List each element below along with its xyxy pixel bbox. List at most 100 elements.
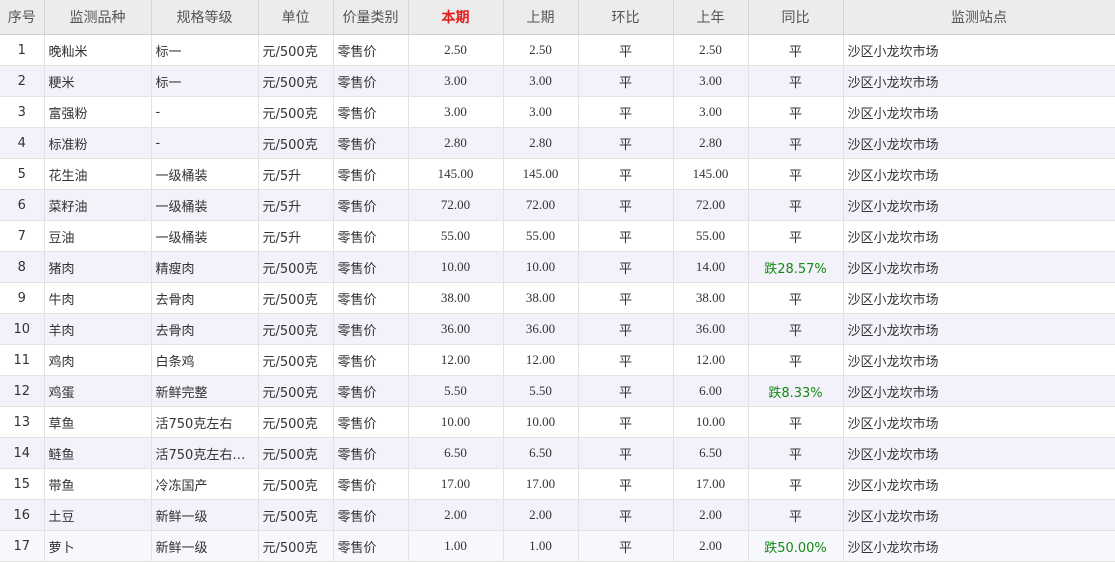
cell-current-price: 10.00 <box>408 251 504 283</box>
header-name: 监测品种 <box>44 0 152 35</box>
cell-price-type: 零售价 <box>333 282 409 314</box>
cell-spec: 新鲜一级 <box>151 530 259 562</box>
table-row[interactable]: 14 鲢鱼 活750克左右… 元/500克 零售价 6.50 6.50 平 6.50 平沙区小龙坎… <box>0 437 1115 469</box>
cell-index: 16 <box>0 499 45 531</box>
cell-index: 14 <box>0 437 45 469</box>
cell-item-name: 羊肉 <box>44 313 152 345</box>
cell-previous-price: 12.00 <box>503 344 579 376</box>
cell-item-name: 带鱼 <box>44 468 152 500</box>
cell-month-on-month: 平 <box>578 468 674 500</box>
cell-current-price: 145.00 <box>408 158 504 190</box>
cell-item-name: 猪肉 <box>44 251 152 283</box>
cell-last-year-price: 2.80 <box>673 127 749 159</box>
cell-last-year-price: 10.00 <box>673 406 749 438</box>
cell-price-type: 零售价 <box>333 313 409 345</box>
price-monitor-table: 序号 监测品种 规格等级 单位 价量类别 本期 上期 环比 上年 同比 监测站点… <box>0 0 1115 562</box>
table-row[interactable]: 3 富强粉 - 元/500克 零售价 3.00 3.00 平 3.00 平沙区小龙坎市场 <box>0 96 1115 128</box>
table-body: 1 晚籼米 标一 元/500克 零售价 2.50 2.50 平 2.50 平沙区小龙坎市场 2 粳米标… <box>0 34 1115 562</box>
table-row[interactable]: 12 鸡蛋 新鲜完整 元/500克 零售价 5.50 5.50 平 6.00 跌8.33% 沙区小龙… <box>0 375 1115 407</box>
cell-last-year-price: 2.00 <box>673 530 749 562</box>
cell-unit: 元/500克 <box>258 468 334 500</box>
header-station: 监测站点 <box>843 0 1115 35</box>
cell-station: 沙区小龙坎市场 <box>843 468 1115 500</box>
cell-current-price: 2.50 <box>408 34 504 66</box>
cell-item-name: 土豆 <box>44 499 152 531</box>
cell-month-on-month: 平 <box>578 251 674 283</box>
cell-station: 沙区小龙坎市场 <box>843 158 1115 190</box>
cell-month-on-month: 平 <box>578 313 674 345</box>
cell-previous-price: 145.00 <box>503 158 579 190</box>
cell-previous-price: 2.50 <box>503 34 579 66</box>
cell-last-year-price: 38.00 <box>673 282 749 314</box>
cell-spec: 去骨肉 <box>151 282 259 314</box>
table-row[interactable]: 6 菜籽油 一级桶装 元/5升 零售价 72.00 72.00 平 72.00 平沙区小龙坎市场 <box>0 189 1115 221</box>
cell-month-on-month: 平 <box>578 344 674 376</box>
cell-spec: 白条鸡 <box>151 344 259 376</box>
cell-previous-price: 2.80 <box>503 127 579 159</box>
cell-station: 沙区小龙坎市场 <box>843 530 1115 562</box>
cell-year-on-year: 平 <box>748 65 844 97</box>
header-current-period: 本期 <box>408 0 504 35</box>
cell-last-year-price: 6.50 <box>673 437 749 469</box>
cell-station: 沙区小龙坎市场 <box>843 251 1115 283</box>
table-row[interactable]: 1 晚籼米 标一 元/500克 零售价 2.50 2.50 平 2.50 平沙区小龙坎市场 <box>0 34 1115 66</box>
cell-station: 沙区小龙坎市场 <box>843 499 1115 531</box>
cell-spec: 新鲜一级 <box>151 499 259 531</box>
cell-index: 5 <box>0 158 45 190</box>
cell-station: 沙区小龙坎市场 <box>843 437 1115 469</box>
table-row[interactable]: 16 土豆 新鲜一级 元/500克 零售价 2.00 2.00 平 2.00 平沙区小龙坎市场 <box>0 499 1115 531</box>
cell-unit: 元/500克 <box>258 344 334 376</box>
cell-year-on-year: 跌8.33% <box>748 375 844 407</box>
cell-spec: - <box>151 96 259 128</box>
cell-year-on-year: 平 <box>748 220 844 252</box>
table-row[interactable]: 9 牛肉 去骨肉 元/500克 零售价 38.00 38.00 平 38.00 平沙区小龙坎市场 <box>0 282 1115 314</box>
cell-spec: 一级桶装 <box>151 220 259 252</box>
cell-item-name: 菜籽油 <box>44 189 152 221</box>
cell-unit: 元/500克 <box>258 437 334 469</box>
table-row[interactable]: 8 猪肉 精瘦肉 元/500克 零售价 10.00 10.00 平 14.00 跌28.57% 沙区… <box>0 251 1115 283</box>
cell-price-type: 零售价 <box>333 468 409 500</box>
cell-price-type: 零售价 <box>333 344 409 376</box>
cell-unit: 元/500克 <box>258 65 334 97</box>
cell-unit: 元/5升 <box>258 158 334 190</box>
table-row[interactable]: 15 带鱼 冷冻国产 元/500克 零售价 17.00 17.00 平 17.00 平沙区小龙坎市… <box>0 468 1115 500</box>
table-row[interactable]: 17 萝卜 新鲜一级 元/500克 零售价 1.00 1.00 平 2.00 跌50.00% 沙区小… <box>0 530 1115 562</box>
cell-unit: 元/500克 <box>258 375 334 407</box>
cell-item-name: 鲢鱼 <box>44 437 152 469</box>
cell-unit: 元/500克 <box>258 499 334 531</box>
table-row[interactable]: 10 羊肉 去骨肉 元/500克 零售价 36.00 36.00 平 36.00 平沙区小龙坎市场 <box>0 313 1115 345</box>
cell-year-on-year: 跌50.00% <box>748 530 844 562</box>
cell-previous-price: 1.00 <box>503 530 579 562</box>
cell-station: 沙区小龙坎市场 <box>843 96 1115 128</box>
cell-index: 2 <box>0 65 45 97</box>
table-row[interactable]: 11 鸡肉 白条鸡 元/500克 零售价 12.00 12.00 平 12.00 平沙区小龙坎市场 <box>0 344 1115 376</box>
cell-index: 1 <box>0 34 45 66</box>
cell-station: 沙区小龙坎市场 <box>843 282 1115 314</box>
table-row[interactable]: 7 豆油 一级桶装 元/5升 零售价 55.00 55.00 平 55.00 平沙区小龙坎市场 <box>0 220 1115 252</box>
cell-current-price: 3.00 <box>408 65 504 97</box>
cell-previous-price: 5.50 <box>503 375 579 407</box>
cell-spec: 新鲜完整 <box>151 375 259 407</box>
table-row[interactable]: 2 粳米 标一 元/500克 零售价 3.00 3.00 平 3.00 平沙区小龙坎市场 <box>0 65 1115 97</box>
cell-year-on-year: 平 <box>748 34 844 66</box>
table-row[interactable]: 13 草鱼 活750克左右 元/500克 零售价 10.00 10.00 平 10.00 平沙区小… <box>0 406 1115 438</box>
table-row[interactable]: 5 花生油 一级桶装 元/5升 零售价 145.00 145.00 平 145.00 平沙区小龙坎… <box>0 158 1115 190</box>
cell-price-type: 零售价 <box>333 251 409 283</box>
cell-item-name: 草鱼 <box>44 406 152 438</box>
cell-price-type: 零售价 <box>333 65 409 97</box>
cell-year-on-year: 平 <box>748 189 844 221</box>
cell-current-price: 72.00 <box>408 189 504 221</box>
cell-spec: 去骨肉 <box>151 313 259 345</box>
cell-index: 3 <box>0 96 45 128</box>
cell-month-on-month: 平 <box>578 127 674 159</box>
cell-month-on-month: 平 <box>578 437 674 469</box>
cell-current-price: 2.00 <box>408 499 504 531</box>
cell-current-price: 17.00 <box>408 468 504 500</box>
table-row[interactable]: 4 标准粉 - 元/500克 零售价 2.80 2.80 平 2.80 平沙区小龙坎市场 <box>0 127 1115 159</box>
cell-current-price: 1.00 <box>408 530 504 562</box>
table-header-row: 序号 监测品种 规格等级 单位 价量类别 本期 上期 环比 上年 同比 监测站点 <box>0 0 1115 35</box>
cell-item-name: 晚籼米 <box>44 34 152 66</box>
cell-unit: 元/500克 <box>258 127 334 159</box>
cell-month-on-month: 平 <box>578 65 674 97</box>
cell-index: 8 <box>0 251 45 283</box>
